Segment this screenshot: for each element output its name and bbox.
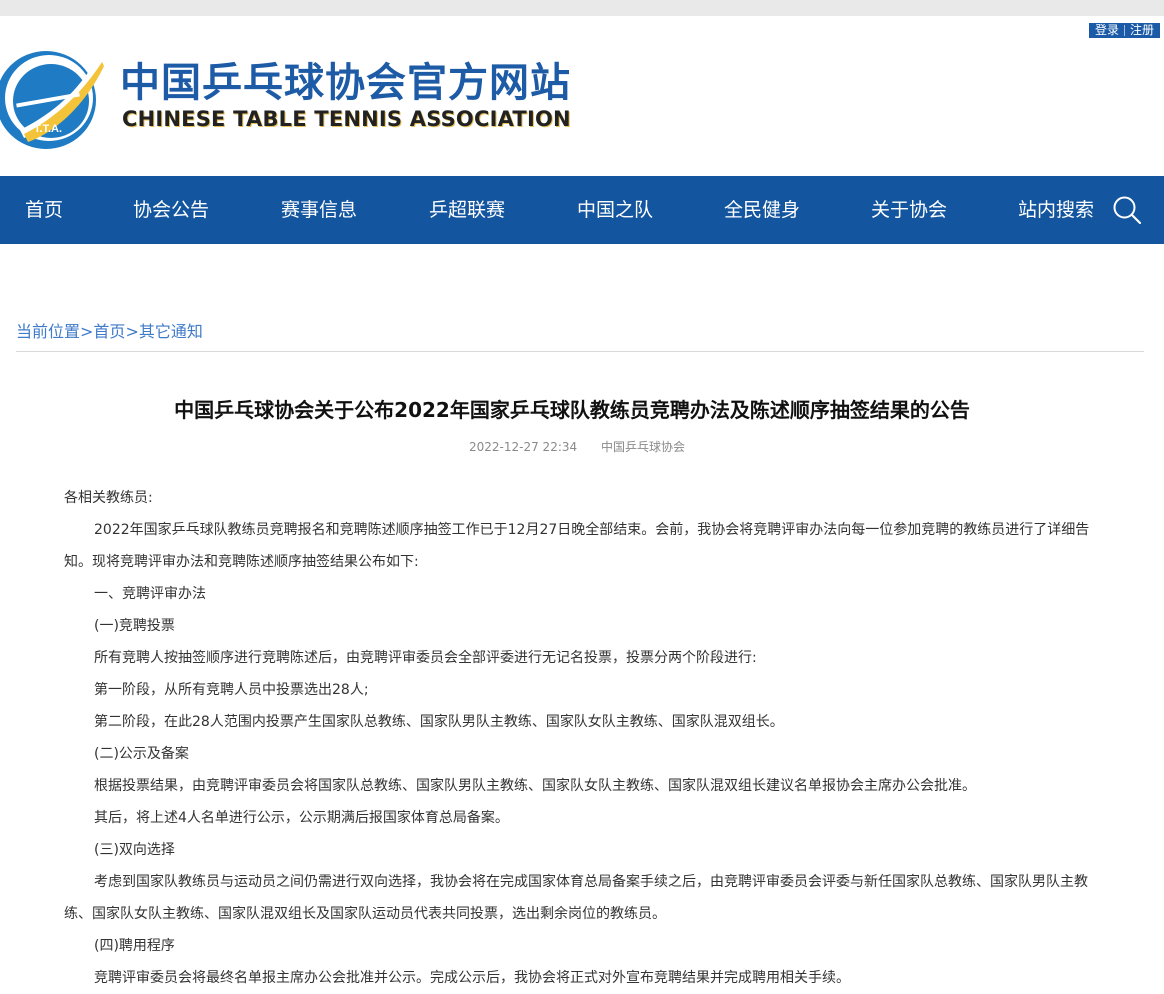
login-link[interactable]: 登录 — [1092, 23, 1122, 38]
article-paragraph: 第二阶段，在此28人范围内投票产生国家队总教练、国家队男队主教练、国家队女队主教… — [94, 714, 784, 730]
article-paragraph: 考虑到国家队教练员与运动员之间仍需进行双向选择，我协会将在完成国家体育总局备案手… — [64, 874, 1088, 922]
article-paragraph: 所有竞聘人按抽签顺序进行竞聘陈述后，由竞聘评审委员会全部评委进行无记名投票，投票… — [94, 650, 757, 666]
article-paragraph: 各相关教练员: — [64, 490, 153, 506]
breadcrumb-sep: > — [125, 322, 139, 341]
nav-item-super-league[interactable]: 乒超联赛 — [429, 176, 505, 244]
breadcrumb-label: 当前位置 — [16, 322, 81, 341]
article-paragraph: 第一阶段，从所有竞聘人员中投票选出28人; — [94, 682, 369, 698]
breadcrumb-home[interactable]: 首页 — [93, 322, 125, 341]
article-paragraph: (一)竞聘投票 — [94, 618, 175, 634]
logo-text: T.T.A. — [34, 123, 62, 135]
register-link[interactable]: 注册 — [1127, 23, 1157, 38]
main-nav: 首页 协会公告 赛事信息 乒超联赛 中国之队 全民健身 关于协会 站内搜索 — [0, 176, 1164, 244]
breadcrumb: 当前位置>首页>其它通知 — [16, 321, 203, 343]
auth-links: 登录 注册 — [1088, 23, 1160, 38]
breadcrumb-current[interactable]: 其它通知 — [139, 322, 203, 341]
article-date: 2022-12-27 22:34 — [469, 440, 578, 454]
auth-divider — [1123, 25, 1125, 36]
article-body: 各相关教练员: 2022年国家乒乓球队教练员竞聘报名和竞聘陈述顺序抽签工作已于1… — [64, 482, 1094, 994]
nav-item-national-team[interactable]: 中国之队 — [577, 176, 653, 244]
top-strip — [0, 0, 1164, 16]
breadcrumb-sep: > — [80, 322, 94, 341]
article-paragraph: 其后，将上述4人名单进行公示，公示期满后报国家体育总局备案。 — [94, 810, 509, 826]
article-source: 中国乒乓球协会 — [600, 440, 685, 454]
divider — [16, 351, 1144, 352]
article-meta: 2022-12-27 22:34 中国乒乓球协会 — [0, 438, 1154, 456]
nav-item-home[interactable]: 首页 — [25, 176, 63, 244]
search-icon[interactable] — [1112, 195, 1142, 225]
nav-item-about[interactable]: 关于协会 — [871, 176, 947, 244]
article-paragraph: 竞聘评审委员会将最终名单报主席办公会批准并公示。完成公示后，我协会将正式对外宣布… — [94, 970, 850, 986]
article-paragraph: (二)公示及备案 — [94, 746, 189, 762]
article-paragraph: 根据投票结果，由竞聘评审委员会将国家队总教练、国家队男队主教练、国家队女队主教练… — [94, 778, 976, 794]
association-logo[interactable]: T.T.A. — [0, 46, 104, 150]
nav-item-fitness[interactable]: 全民健身 — [724, 176, 800, 244]
site-title-en: CHINESE TABLE TENNIS ASSOCIATION — [122, 107, 571, 131]
article-paragraph: (三)双向选择 — [94, 842, 175, 858]
site-title-cn: 中国乒乓球协会官方网站 — [120, 60, 571, 106]
nav-item-site-search[interactable]: 站内搜索 — [1018, 176, 1094, 244]
article-paragraph: 一、竞聘评审办法 — [94, 586, 206, 602]
nav-item-events[interactable]: 赛事信息 — [281, 176, 357, 244]
article-paragraph: 2022年国家乒乓球队教练员竞聘报名和竞聘陈述顺序抽签工作已于12月27日晚全部… — [64, 522, 1090, 570]
article-paragraph: (四)聘用程序 — [94, 938, 175, 954]
article-title: 中国乒乓球协会关于公布2022年国家乒乓球队教练员竞聘办法及陈述顺序抽签结果的公… — [174, 398, 970, 422]
nav-item-announcements[interactable]: 协会公告 — [133, 176, 209, 244]
